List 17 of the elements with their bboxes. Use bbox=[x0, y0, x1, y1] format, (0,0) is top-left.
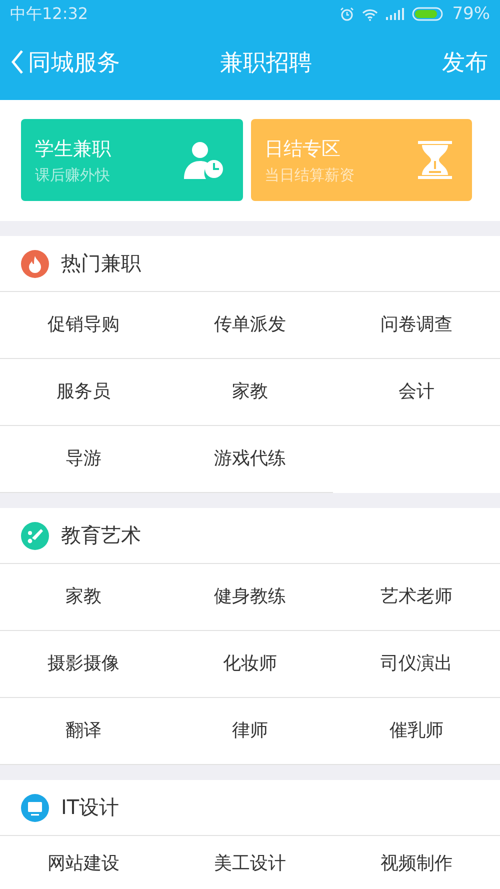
person-clock-icon bbox=[182, 141, 222, 179]
section-title: IT设计 bbox=[61, 794, 120, 821]
alarm-icon bbox=[340, 7, 354, 21]
card-subtitle: 当日结算薪资 bbox=[264, 166, 354, 184]
card-subtitle: 课后赚外快 bbox=[35, 166, 111, 184]
hourglass-icon bbox=[418, 141, 452, 179]
page-title: 兼职招聘 bbox=[220, 48, 312, 78]
wifi-icon bbox=[362, 8, 378, 20]
card-title: 学生兼职 bbox=[35, 136, 111, 162]
section-title: 教育艺术 bbox=[61, 522, 141, 549]
signal-icon bbox=[386, 8, 404, 20]
battery-icon bbox=[412, 7, 444, 21]
status-time: 中午12:32 bbox=[10, 4, 88, 24]
section-title: 热门兼职 bbox=[61, 250, 141, 277]
card-title: 日结专区 bbox=[264, 136, 342, 162]
battery-percent: 79% bbox=[452, 4, 490, 24]
chevron-left-icon bbox=[10, 49, 24, 75]
